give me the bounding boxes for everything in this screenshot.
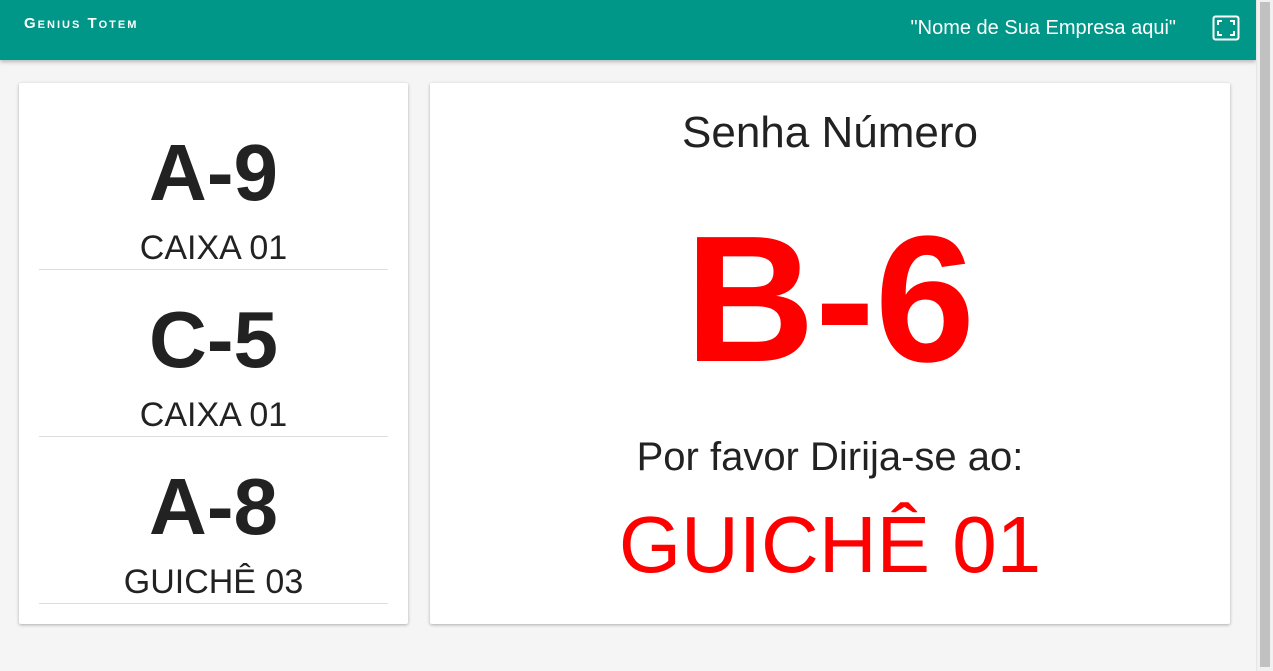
history-ticket-code: C-5 [149,295,278,384]
vertical-scrollbar[interactable] [1256,0,1273,671]
company-name: "Nome de Sua Empresa aqui" [910,17,1176,39]
history-item: A-8 GUICHÊ 03 [39,437,388,604]
history-ticket-code: A-9 [149,128,278,217]
top-app-bar: Genius Totem "Nome de Sua Empresa aqui" [0,0,1256,60]
history-panel: A-9 CAIXA 01 C-5 CAIXA 01 A-8 GUICHÊ 03 [19,83,408,624]
history-desk-label: GUICHÊ 03 [123,563,304,601]
app-brand: Genius Totem [24,15,139,32]
fullscreen-icon[interactable] [1212,15,1240,41]
scrollbar-thumb[interactable] [1260,2,1270,667]
history-item: C-5 CAIXA 01 [39,270,388,437]
current-ticket-code: B-6 [684,199,976,400]
current-ticket-desk: GUICHÊ 01 [618,500,1042,589]
history-desk-label: CAIXA 01 [139,396,288,434]
history-desk-label: CAIXA 01 [139,229,288,267]
current-ticket-panel: Senha Número B-6 Por favor Dirija-se ao:… [430,83,1230,624]
current-ticket-title: Senha Número [682,108,978,157]
current-ticket-prompt: Por favor Dirija-se ao: [636,435,1024,479]
history-ticket-code: A-8 [149,462,278,551]
history-item: A-9 CAIXA 01 [39,103,388,270]
